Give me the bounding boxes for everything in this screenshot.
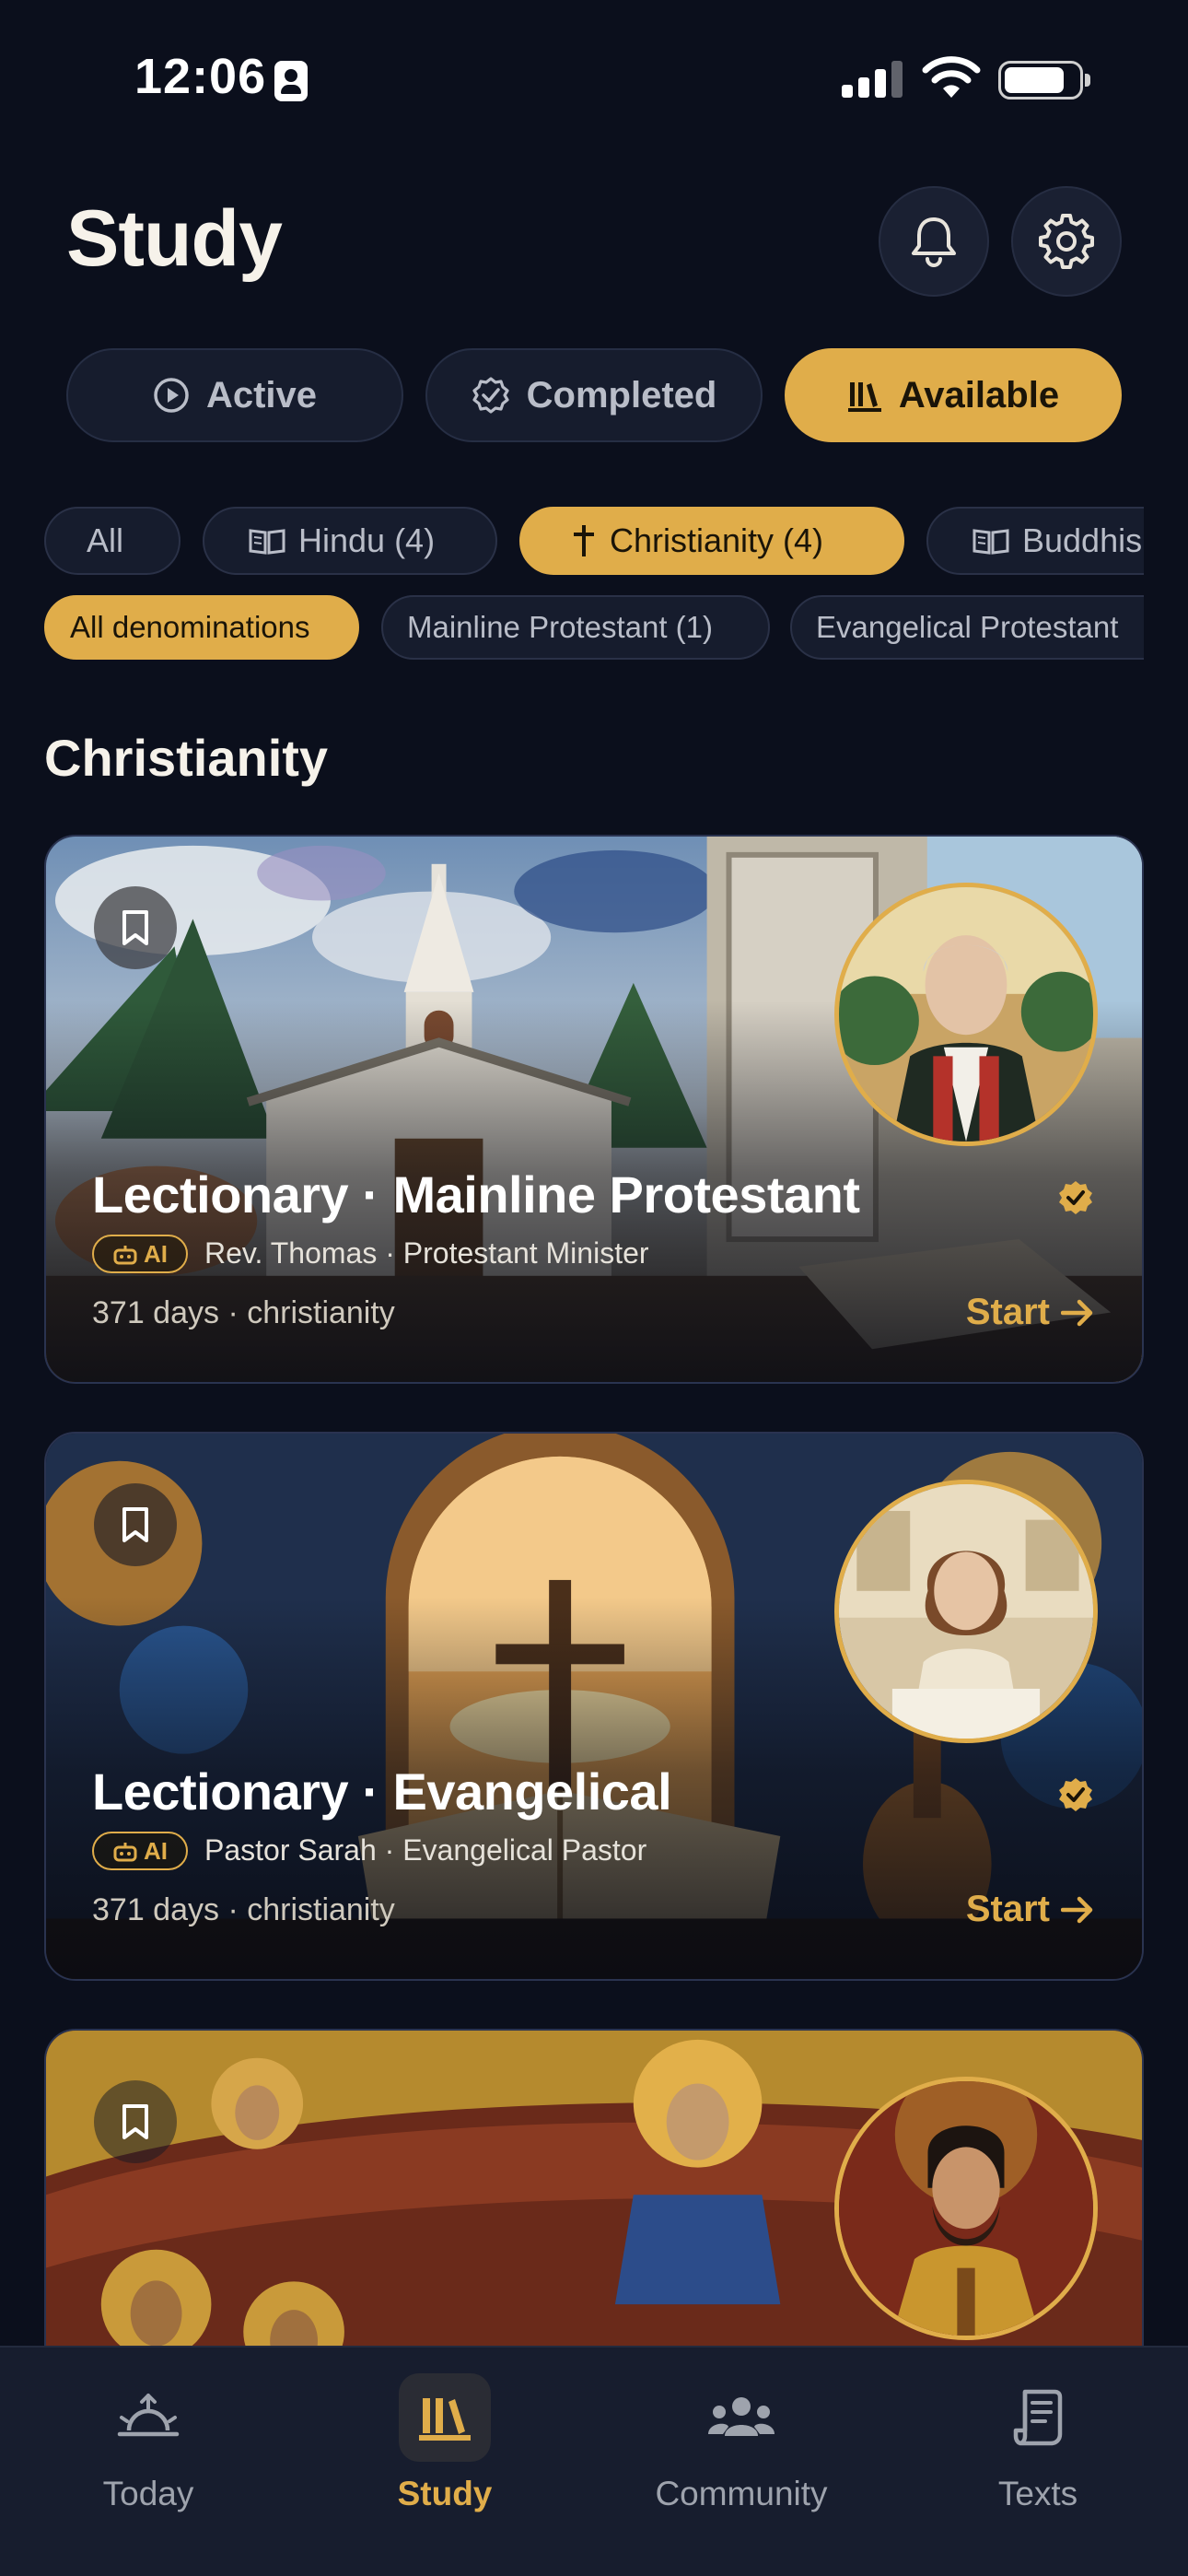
nav-community[interactable]: Community: [603, 2368, 879, 2534]
study-card-mainline-protestant[interactable]: Lectionary · Mainline Protestant AI Rev.…: [44, 835, 1144, 1384]
library-icon: [419, 2398, 471, 2441]
chip-all[interactable]: All: [44, 507, 181, 575]
verified-badge-icon: [1059, 1181, 1092, 1214]
notifications-button[interactable]: [879, 186, 989, 297]
gear-icon: [1039, 214, 1094, 269]
bottom-nav: Today Study Community Texts: [0, 2346, 1188, 2576]
arrow-right-icon: [1061, 1299, 1093, 1326]
chip-mainline-protestant-label: Mainline Protestant (1): [407, 610, 713, 644]
start-label: Start: [965, 1889, 1050, 1929]
guide-avatar: [834, 2077, 1098, 2340]
tab-available-label: Available: [898, 374, 1060, 416]
bookmark-icon: [122, 1507, 148, 1542]
nav-texts-icon-wrap: [992, 2373, 1084, 2462]
nav-texts[interactable]: Texts: [900, 2368, 1176, 2534]
chip-christianity[interactable]: Christianity (4): [519, 507, 904, 575]
battery-icon: [998, 61, 1090, 100]
nav-today-icon-wrap: [102, 2373, 194, 2462]
chip-buddhism-label: Buddhis: [1022, 521, 1143, 559]
people-icon: [708, 2397, 775, 2436]
verified-badge-icon: [1059, 1778, 1092, 1811]
tradition-filter: All Hindu (4) Christianity (4) Buddhis: [44, 507, 1144, 577]
bookmark-button[interactable]: [94, 1483, 177, 1566]
pastor-portrait: [839, 1484, 1093, 1739]
play-circle-icon: [154, 378, 189, 413]
bookmark-icon: [122, 910, 148, 945]
chip-hindu[interactable]: Hindu (4): [203, 507, 497, 575]
cross-icon: [574, 525, 594, 556]
library-icon: [847, 382, 881, 412]
chip-christianity-label: Christianity (4): [610, 521, 824, 559]
chip-mainline-protestant[interactable]: Mainline Protestant (1): [381, 595, 770, 660]
card-meta: 371 days · christianity: [92, 1295, 395, 1330]
ai-badge-label: AI: [144, 1836, 168, 1865]
tab-completed[interactable]: Completed: [425, 348, 763, 442]
guide-name: Rev. Thomas · Protestant Minister: [204, 1236, 649, 1270]
wifi-icon: [922, 56, 981, 98]
guide-name: Pastor Sarah · Evangelical Pastor: [204, 1833, 647, 1867]
chip-hindu-label: Hindu (4): [298, 521, 436, 559]
section-title: Christianity: [44, 729, 329, 787]
ai-badge: AI: [92, 1832, 188, 1870]
check-badge-icon: [472, 377, 509, 414]
guide-avatar: [834, 883, 1098, 1146]
bookmark-icon: [122, 2104, 148, 2139]
start-label: Start: [965, 1292, 1050, 1332]
book-icon: [973, 529, 1009, 555]
study-card-evangelical[interactable]: Lectionary · Evangelical AI Pastor Sarah…: [44, 1432, 1144, 1981]
tab-active-label: Active: [205, 374, 318, 416]
tab-active[interactable]: Active: [66, 348, 403, 442]
chip-evangelical-protestant[interactable]: Evangelical Protestant: [790, 595, 1144, 660]
settings-button[interactable]: [1011, 186, 1122, 297]
nav-today-label: Today: [102, 2475, 194, 2512]
card-meta: 371 days · christianity: [92, 1892, 395, 1927]
status-bar: 12:06: [0, 0, 1188, 157]
document-icon: [1013, 2389, 1063, 2446]
bookmark-button[interactable]: [94, 2080, 177, 2163]
chip-all-label: All: [87, 521, 124, 559]
nav-community-icon-wrap: [695, 2373, 787, 2462]
guide-avatar: [834, 1480, 1098, 1743]
ai-badge: AI: [92, 1235, 188, 1273]
study-screen: 12:06 Study Active Completed Available A…: [0, 0, 1188, 2576]
start-button[interactable]: Start: [966, 1292, 1094, 1333]
status-time: 12:06: [134, 49, 267, 104]
nav-community-label: Community: [655, 2475, 828, 2512]
robot-icon: [113, 1843, 137, 1862]
nav-study-label: Study: [397, 2475, 493, 2512]
chip-all-denominations-label: All denominations: [70, 610, 310, 644]
nav-texts-label: Texts: [997, 2475, 1078, 2512]
card-title: Lectionary · Evangelical: [92, 1762, 672, 1821]
tab-completed-label: Completed: [526, 374, 717, 416]
nav-today[interactable]: Today: [10, 2368, 286, 2534]
bell-icon: [912, 217, 956, 267]
nav-study-icon-wrap: [399, 2373, 491, 2462]
contact-card-icon: [274, 61, 308, 101]
card-title: Lectionary · Mainline Protestant: [92, 1165, 860, 1224]
cellular-signal-icon: [842, 59, 904, 98]
page-title: Study: [66, 194, 283, 283]
chip-evangelical-protestant-label: Evangelical Protestant: [816, 610, 1119, 644]
chip-all-denominations[interactable]: All denominations: [44, 595, 359, 660]
sunrise-icon: [117, 2394, 180, 2437]
nav-study[interactable]: Study: [307, 2368, 583, 2534]
arrow-right-icon: [1061, 1896, 1093, 1923]
priest-portrait: [839, 2081, 1093, 2336]
minister-portrait: [839, 887, 1093, 1142]
robot-icon: [113, 1246, 137, 1265]
bookmark-button[interactable]: [94, 886, 177, 969]
denomination-filter: All denominations Mainline Protestant (1…: [44, 595, 1144, 662]
book-icon: [249, 529, 285, 555]
chip-buddhism[interactable]: Buddhis: [926, 507, 1144, 575]
study-tabs: Active Completed Available: [66, 348, 1122, 442]
tab-available[interactable]: Available: [785, 348, 1122, 442]
start-button[interactable]: Start: [966, 1889, 1094, 1930]
ai-badge-label: AI: [144, 1239, 168, 1268]
